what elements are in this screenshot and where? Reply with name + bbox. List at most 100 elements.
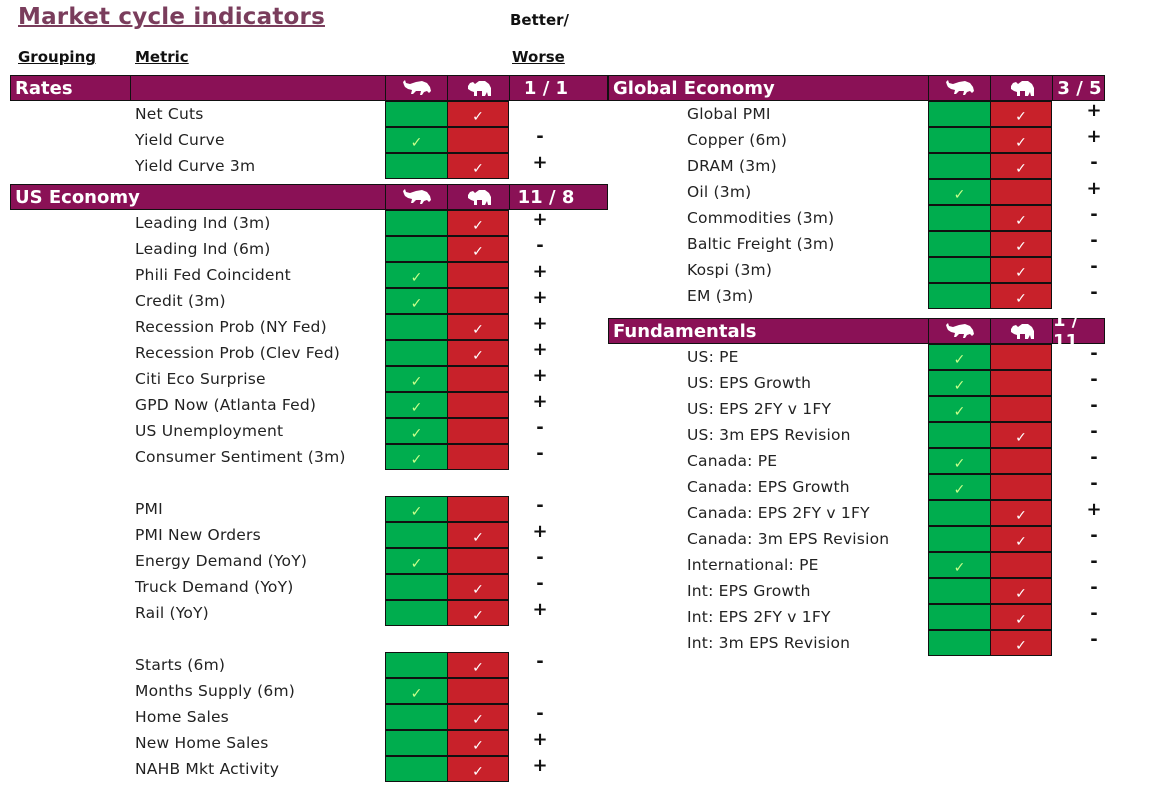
group-name: Rates [11,76,131,100]
better-worse-indicator: + [532,755,548,776]
metric-label: Canada: EPS Growth [687,478,850,496]
group-header: Fundamentals 1 / 11 [608,310,1105,352]
bear-signal-cell [990,448,1052,474]
bear-signal-cell: ✓ [990,205,1052,231]
check-icon: ✓ [953,456,966,472]
bull-signal-cell [928,604,991,630]
bull-column-header [929,76,991,100]
bear-signal-cell: ✓ [447,730,509,756]
indicator-row: Canada: EPS Growth ✓ - [0,474,1162,500]
group-name: Fundamentals [609,319,929,343]
bull-signal-cell [928,578,991,604]
better-worse-indicator: + [1086,499,1102,520]
indicator-row: Home Sales ✓ - [0,704,1162,730]
better-worse-indicator [509,678,571,704]
better-worse-indicator: + [532,729,548,750]
metric-label: Canada: 3m EPS Revision [687,530,890,548]
bear-signal-cell [990,552,1052,578]
better-worse-indicator: + [532,313,548,334]
better-worse-indicator: - [1090,343,1098,364]
metric-label: Home Sales [135,708,229,726]
metric-label: Oil (3m) [687,183,752,201]
bull-signal-cell: ✓ [385,678,448,704]
bear-column-header [991,76,1053,100]
metric-label: Global PMI [687,105,771,123]
indicator-row: Commodities (3m) ✓ - [0,205,1162,231]
bull-signal-cell [928,630,991,656]
bear-column-header [991,319,1053,343]
indicator-row: Int: EPS 2FY v 1FY ✓ - [0,604,1162,630]
indicator-row: International: PE ✓ - [0,552,1162,578]
better-worse-indicator: - [1090,369,1098,390]
check-icon: ✓ [1015,213,1027,229]
bull-signal-cell: ✓ [928,552,991,578]
better-worse-indicator: - [1090,629,1098,650]
bear-signal-cell [990,344,1052,370]
check-icon: ✓ [953,378,966,394]
indicator-row: Kospi (3m) ✓ - [0,257,1162,283]
indicator-row: US: EPS Growth ✓ - [0,370,1162,396]
metric-label: US: PE [687,348,739,366]
metric-label: US: EPS Growth [687,374,812,392]
bear-signal-cell: ✓ [990,257,1052,283]
indicator-row: Baltic Freight (3m) ✓ - [0,231,1162,257]
bull-signal-cell [385,730,448,756]
bull-signal-cell [385,756,448,782]
metric-label: Canada: PE [687,452,778,470]
bull-column-header [386,76,448,100]
bear-signal-cell: ✓ [447,756,509,782]
better-worse-indicator: - [1090,282,1098,303]
bear-signal-cell: ✓ [990,127,1052,153]
check-icon: ✓ [1015,430,1027,446]
metric-label: Int: EPS 2FY v 1FY [687,608,831,626]
check-icon: ✓ [1015,508,1027,524]
metric-label: Kospi (3m) [687,261,773,279]
check-icon: ✓ [953,187,966,203]
metric-label: Copper (6m) [687,131,788,149]
bear-signal-cell [990,370,1052,396]
check-icon: ✓ [1015,135,1027,151]
bear-signal-cell: ✓ [990,630,1052,656]
check-icon: ✓ [1015,291,1027,307]
indicator-row: US: PE ✓ - [0,344,1162,370]
indicator-row: Months Supply (6m) ✓ [0,678,1162,704]
bear-icon [1009,322,1035,340]
bull-signal-cell: ✓ [928,474,991,500]
bull-signal-cell: ✓ [928,179,991,205]
check-icon: ✓ [953,560,966,576]
bull-signal-cell [928,101,991,127]
indicator-row: New Home Sales ✓ + [0,730,1162,756]
metric-label: New Home Sales [135,734,269,752]
check-icon: ✓ [472,738,484,754]
bull-signal-cell [928,127,991,153]
check-icon: ✓ [1015,239,1027,255]
bear-signal-cell: ✓ [990,153,1052,179]
better-worse-indicator: - [536,703,544,724]
bull-signal-cell [928,153,991,179]
check-icon: ✓ [1015,161,1027,177]
bear-icon [466,79,492,97]
indicator-row: Global PMI ✓ + [0,101,1162,127]
check-icon: ✓ [1015,534,1027,550]
check-icon: ✓ [472,764,484,780]
bear-signal-cell [447,678,509,704]
check-icon: ✓ [472,322,484,338]
bear-signal-cell: ✓ [447,704,509,730]
indicator-row: EM (3m) ✓ - [0,283,1162,309]
check-icon: ✓ [472,660,484,676]
bear-signal-cell: ✓ [990,231,1052,257]
bull-icon [945,322,975,340]
bear-signal-cell: ✓ [990,578,1052,604]
check-icon: ✓ [953,404,966,420]
group-name: Global Economy [609,76,929,100]
metric-label: Int: EPS Growth [687,582,811,600]
metric-label: NAHB Mkt Activity [135,760,280,778]
bear-column-header [448,76,510,100]
check-icon: ✓ [1015,109,1027,125]
bull-signal-cell [928,231,991,257]
bull-signal-cell: ✓ [928,370,991,396]
better-worse-header-line1: Better/ [510,11,569,29]
grouping-column-header: Grouping [18,48,96,66]
metric-label: Int: 3m EPS Revision [687,634,851,652]
metric-label: US: EPS 2FY v 1FY [687,400,832,418]
